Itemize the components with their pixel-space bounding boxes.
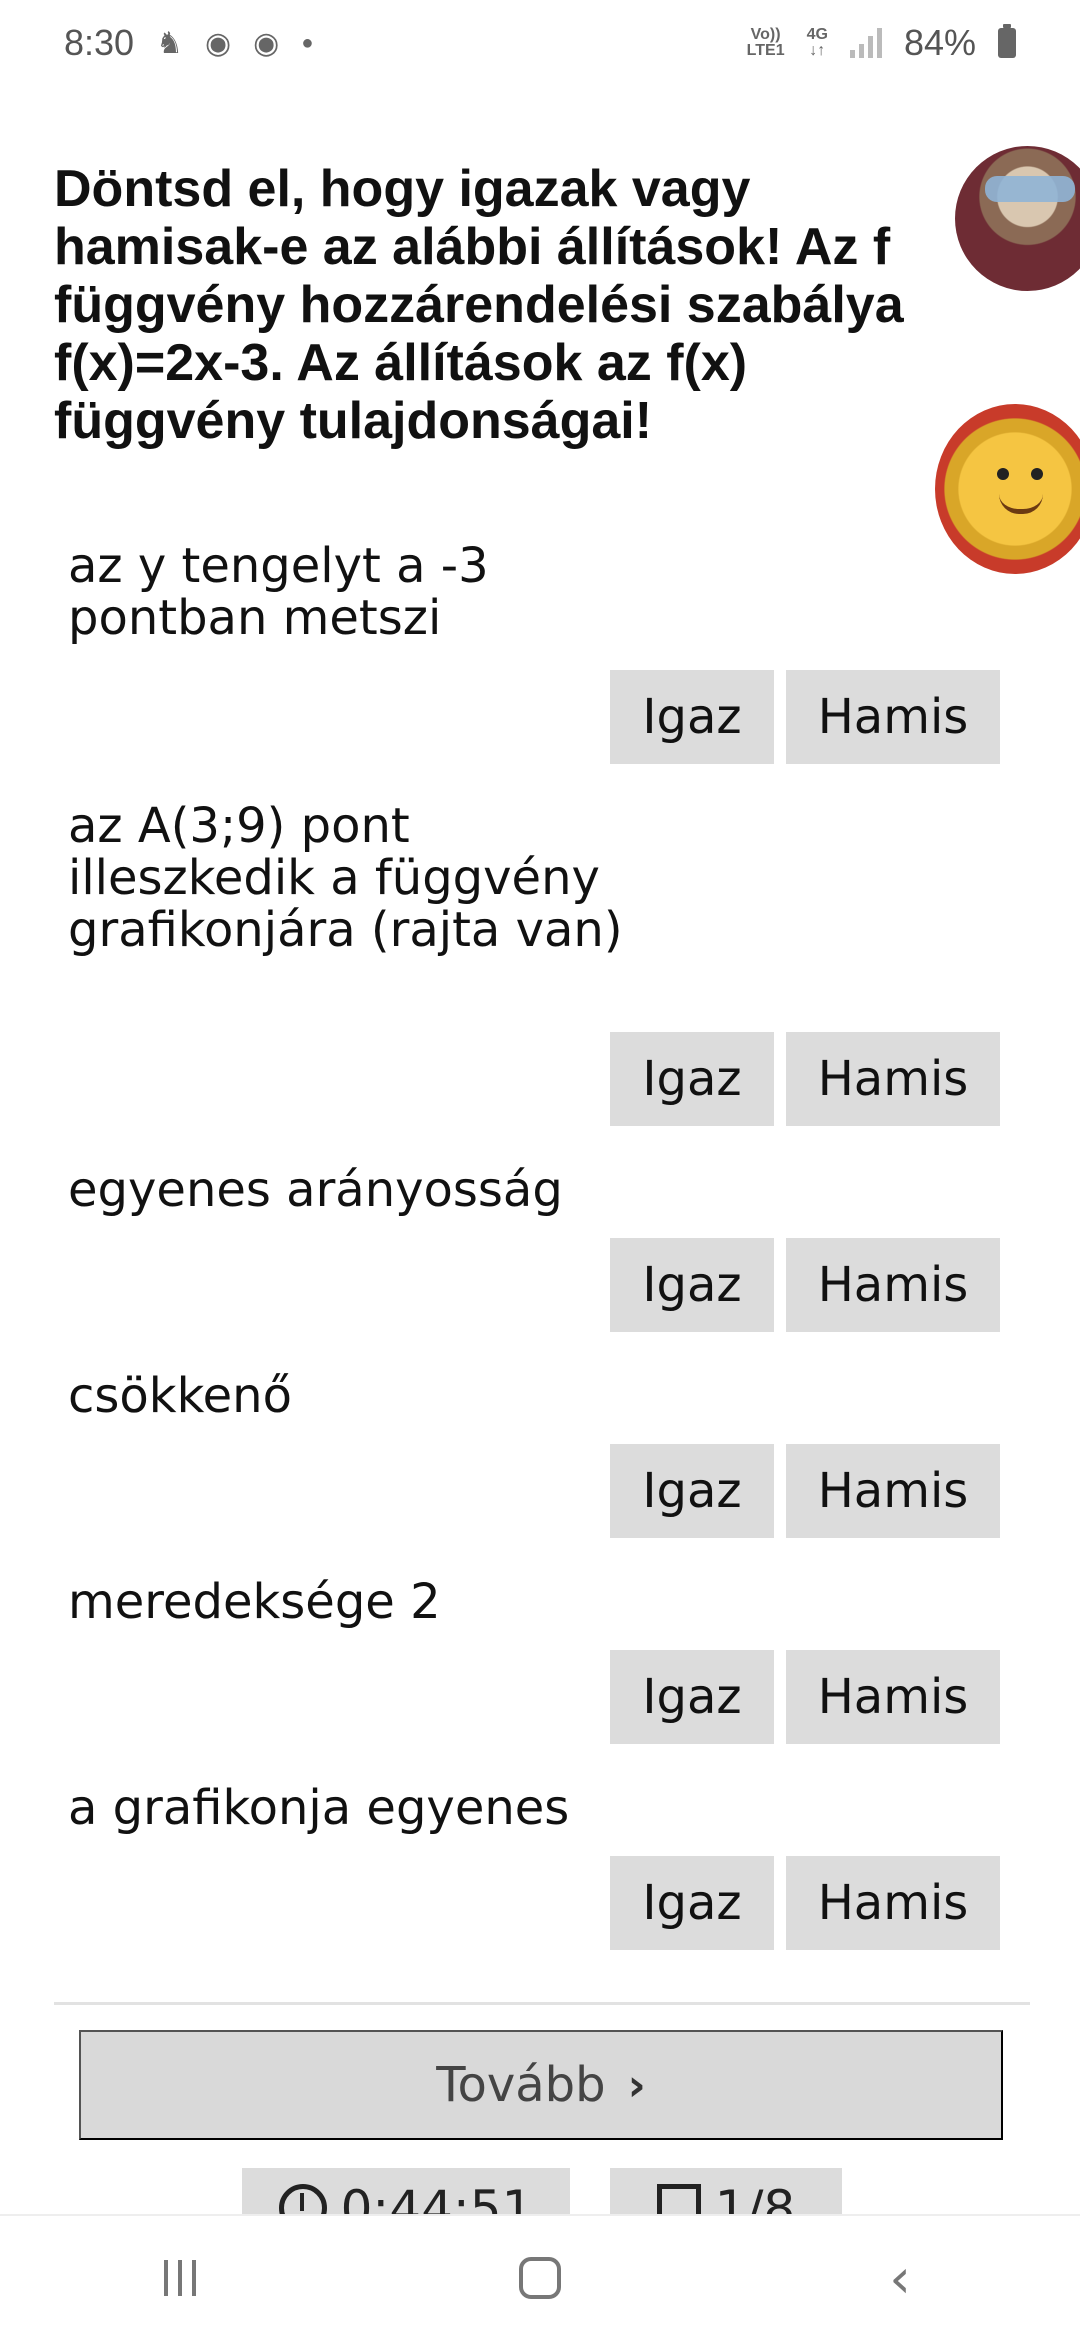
false-button[interactable]: Hamis	[786, 1032, 1000, 1126]
recent-apps-icon	[164, 2260, 196, 2296]
status-time: 8:30	[64, 22, 135, 63]
true-button[interactable]: Igaz	[610, 1856, 774, 1950]
avatar[interactable]	[935, 404, 1080, 574]
home-icon	[519, 2257, 561, 2299]
dot-icon: ●	[301, 31, 314, 54]
false-button[interactable]: Hamis	[786, 670, 1000, 764]
divider	[54, 2002, 1030, 2005]
status-bar: 8:30 ♞ ◉ ◉ ● Vo)) LTE1 4G ↓↑ 84%	[0, 0, 1080, 86]
false-button[interactable]: Hamis	[786, 1238, 1000, 1332]
network-type-indicator: 4G ↓↑	[806, 26, 828, 59]
next-button[interactable]: Tovább ›	[79, 2030, 1003, 2140]
battery-icon	[998, 24, 1016, 58]
discord-icon: ◉	[253, 26, 280, 60]
status-bar-right: Vo)) LTE1 4G ↓↑ 84%	[747, 22, 1016, 64]
true-button[interactable]: Igaz	[610, 1444, 774, 1538]
true-button[interactable]: Igaz	[610, 1032, 774, 1126]
volte-indicator: Vo)) LTE1	[746, 26, 785, 59]
back-button[interactable]: ‹	[840, 2233, 960, 2323]
false-button[interactable]: Hamis	[786, 1856, 1000, 1950]
statement-text: csökkenő	[68, 1368, 292, 1424]
signal-icon	[849, 28, 882, 58]
recent-apps-button[interactable]	[120, 2233, 240, 2323]
battery-percent: 84%	[903, 22, 976, 63]
game-icon: ♞	[156, 26, 183, 60]
next-button-label: Tovább	[436, 2057, 606, 2113]
statement-text: meredeksége 2	[68, 1574, 441, 1630]
false-button[interactable]: Hamis	[786, 1650, 1000, 1744]
statement-text: az A(3;9) pont illeszkedik a függvény gr…	[68, 798, 623, 958]
home-button[interactable]	[480, 2233, 600, 2323]
statement-text: az y tengelyt a -3 pontban metszi	[68, 538, 489, 646]
true-button[interactable]: Igaz	[610, 1650, 774, 1744]
true-button[interactable]: Igaz	[610, 670, 774, 764]
statement-text: egyenes arányosság	[68, 1162, 563, 1218]
statement-text: a grafikonja egyenes	[68, 1780, 570, 1836]
discord-icon: ◉	[204, 26, 232, 60]
false-button[interactable]: Hamis	[786, 1444, 1000, 1538]
true-button[interactable]: Igaz	[610, 1238, 774, 1332]
navigation-bar: ‹	[0, 2214, 1080, 2340]
back-icon: ‹	[889, 2246, 911, 2310]
question-title: Döntsd el, hogy igazak vagy hamisak-e az…	[54, 160, 904, 450]
chevron-right-icon: ›	[627, 2059, 646, 2111]
avatar-glasses-icon	[985, 176, 1075, 202]
status-bar-left: 8:30 ♞ ◉ ◉ ●	[64, 22, 313, 64]
